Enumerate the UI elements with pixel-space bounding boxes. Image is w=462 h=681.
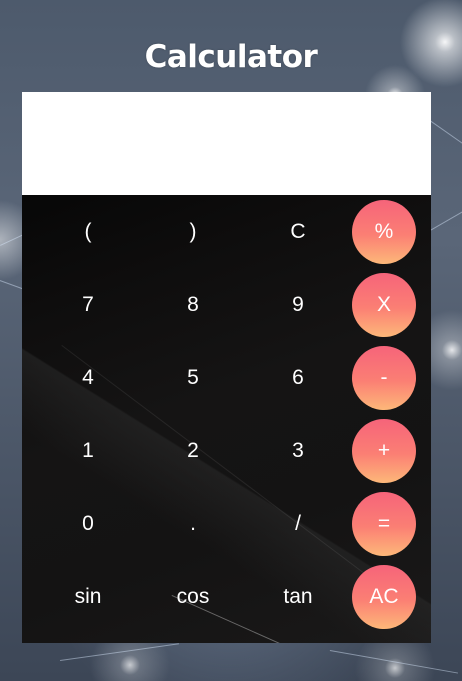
digit-4-button[interactable]: 4 (56, 346, 120, 410)
digit-5-button[interactable]: 5 (161, 346, 225, 410)
keypad: ( ) C % 7 8 9 X 4 5 6 - 1 2 3 + 0 . / = … (22, 195, 431, 643)
multiply-button[interactable]: X (352, 273, 416, 337)
digit-2-button[interactable]: 2 (161, 419, 225, 483)
digit-0-button[interactable]: 0 (56, 492, 120, 556)
digit-8-button[interactable]: 8 (161, 273, 225, 337)
calculator-display[interactable] (22, 92, 431, 195)
digit-7-button[interactable]: 7 (56, 273, 120, 337)
digit-1-button[interactable]: 1 (56, 419, 120, 483)
digit-3-button[interactable]: 3 (266, 419, 330, 483)
digit-6-button[interactable]: 6 (266, 346, 330, 410)
background-light-streak (430, 210, 462, 231)
digit-9-button[interactable]: 9 (266, 273, 330, 337)
subtract-button[interactable]: - (352, 346, 416, 410)
page-title: Calculator (144, 38, 318, 75)
open-paren-button[interactable]: ( (56, 200, 120, 264)
background-light-streak (329, 650, 459, 674)
tan-button[interactable]: tan (266, 565, 330, 629)
all-clear-button[interactable]: AC (352, 565, 416, 629)
close-paren-button[interactable]: ) (161, 200, 225, 264)
sin-button[interactable]: sin (56, 565, 120, 629)
equals-button[interactable]: = (352, 492, 416, 556)
background-light-streak (60, 643, 179, 661)
background-light-streak (429, 120, 462, 144)
decimal-button[interactable]: . (161, 492, 225, 556)
clear-button[interactable]: C (266, 200, 330, 264)
add-button[interactable]: + (352, 419, 416, 483)
calculator: ( ) C % 7 8 9 X 4 5 6 - 1 2 3 + 0 . / = … (22, 92, 431, 643)
divide-button[interactable]: / (266, 492, 330, 556)
percent-button[interactable]: % (352, 200, 416, 264)
cos-button[interactable]: cos (161, 565, 225, 629)
